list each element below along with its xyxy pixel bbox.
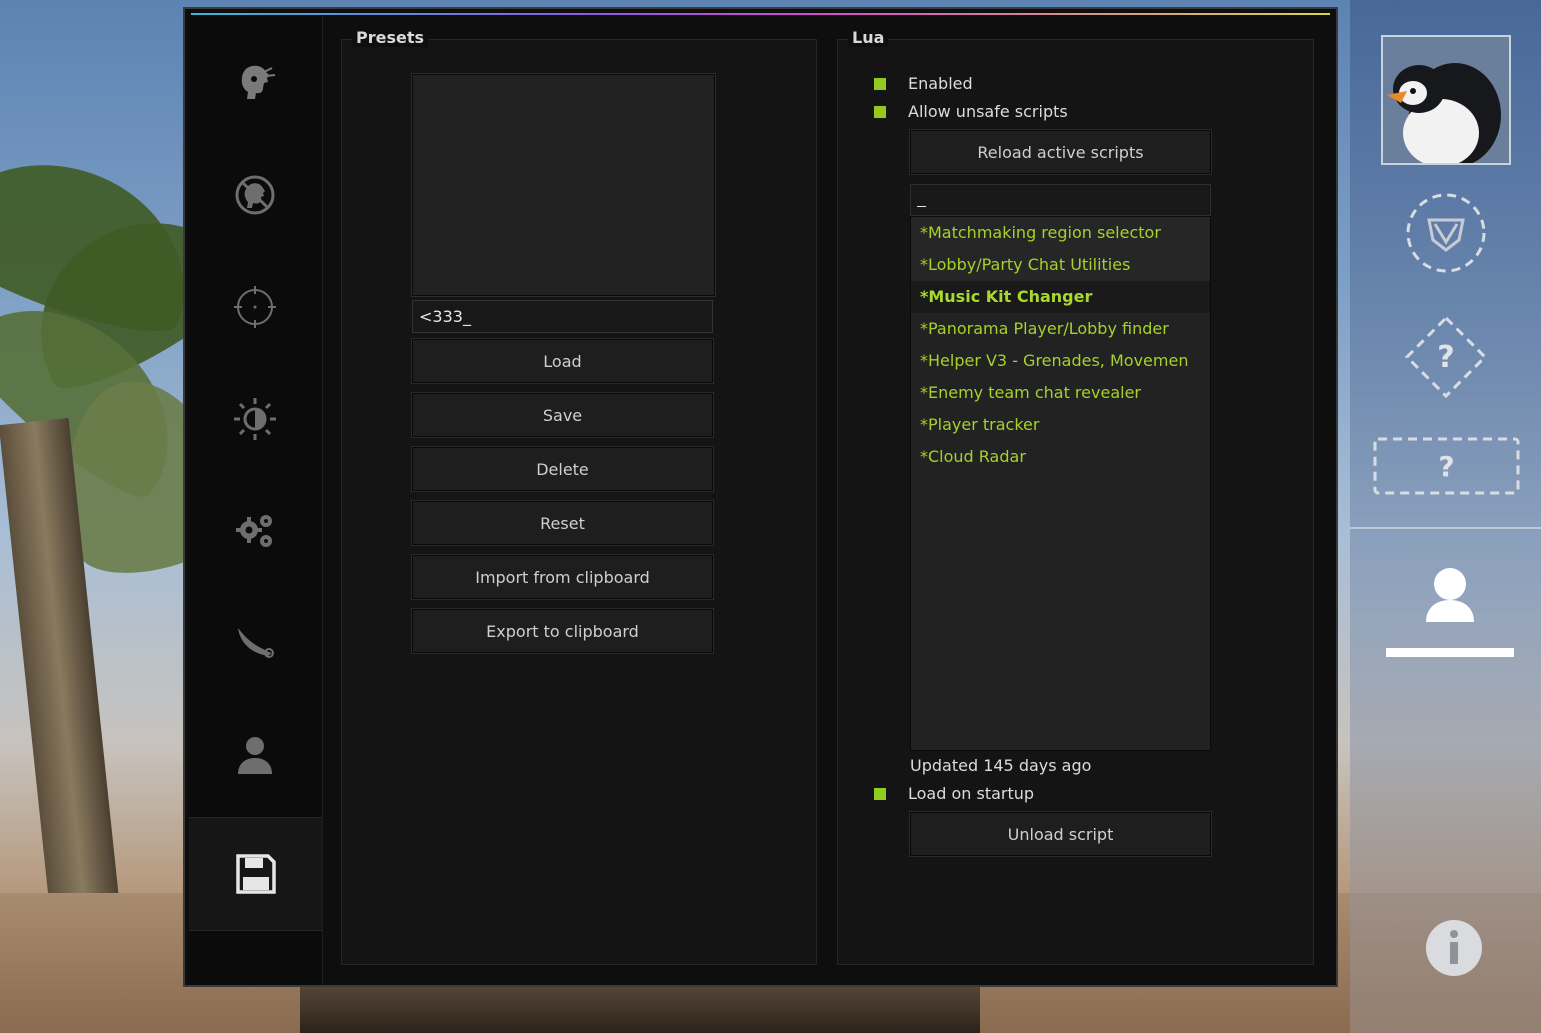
export-button[interactable]: Export to clipboard bbox=[411, 608, 714, 654]
misc-gears-icon bbox=[236, 515, 272, 547]
menu-window: Presets Load Save Delete Reset Import fr… bbox=[183, 7, 1338, 987]
load-button[interactable]: Load bbox=[411, 338, 714, 384]
script-item[interactable]: *Player tracker bbox=[911, 409, 1210, 441]
delete-button[interactable]: Delete bbox=[411, 446, 714, 492]
placeholder-question-2: ? bbox=[1438, 449, 1455, 483]
allow-unsafe-label: Allow unsafe scripts bbox=[908, 102, 1068, 121]
allow-unsafe-checkbox[interactable] bbox=[874, 105, 886, 118]
script-item-selected[interactable]: *Music Kit Changer bbox=[911, 281, 1210, 313]
tab-legitbot[interactable] bbox=[189, 251, 321, 363]
preset-list[interactable] bbox=[411, 73, 716, 297]
tab-players[interactable] bbox=[189, 699, 321, 811]
presets-title: Presets bbox=[352, 28, 429, 47]
reload-scripts-button[interactable]: Reload active scripts bbox=[909, 129, 1212, 175]
enabled-label: Enabled bbox=[908, 74, 973, 93]
ragebot-icon bbox=[241, 65, 276, 99]
script-item[interactable]: *Panorama Player/Lobby finder bbox=[911, 313, 1210, 345]
load-on-startup-checkbox[interactable] bbox=[874, 787, 886, 800]
penguin-avatar-icon bbox=[1383, 37, 1509, 163]
reset-button[interactable]: Reset bbox=[411, 500, 714, 546]
script-item[interactable]: *Matchmaking region selector bbox=[911, 217, 1210, 249]
rank-emblem-icon bbox=[1406, 193, 1486, 273]
game-sidebar: ? ? bbox=[1350, 0, 1541, 1033]
visuals-icon bbox=[234, 398, 276, 440]
tab-sidebar bbox=[189, 17, 323, 985]
load-on-startup-label: Load on startup bbox=[908, 784, 1035, 803]
tab-misc[interactable] bbox=[189, 475, 321, 587]
tab-skins[interactable] bbox=[189, 587, 321, 699]
script-item[interactable]: *Enemy team chat revealer bbox=[911, 377, 1210, 409]
script-item[interactable]: *Lobby/Party Chat Utilities bbox=[911, 249, 1210, 281]
import-button[interactable]: Import from clipboard bbox=[411, 554, 714, 600]
load-on-startup-row[interactable]: Load on startup bbox=[874, 784, 1034, 803]
enabled-checkbox-row[interactable]: Enabled bbox=[874, 74, 973, 93]
script-item[interactable]: *Cloud Radar bbox=[911, 441, 1210, 473]
tab-config[interactable] bbox=[189, 817, 322, 931]
profile-button[interactable] bbox=[1386, 560, 1514, 660]
profile-icon bbox=[1386, 568, 1514, 657]
placeholder-question-1: ? bbox=[1437, 339, 1455, 375]
allow-unsafe-checkbox-row[interactable]: Allow unsafe scripts bbox=[874, 102, 1068, 121]
player-hands bbox=[300, 980, 980, 1033]
antiaim-icon bbox=[235, 175, 275, 215]
info-icon bbox=[1426, 920, 1482, 976]
crosshair-icon bbox=[234, 286, 276, 328]
sidebar-divider bbox=[1350, 527, 1541, 529]
lua-title: Lua bbox=[848, 28, 889, 47]
save-button[interactable]: Save bbox=[411, 392, 714, 438]
player-icon bbox=[238, 737, 272, 774]
tab-visuals[interactable] bbox=[189, 363, 321, 475]
rank-rect-placeholder[interactable]: ? bbox=[1373, 437, 1520, 495]
lua-group: Lua Enabled Allow unsafe scripts Reload … bbox=[837, 28, 1314, 965]
script-updated-text: Updated 145 days ago bbox=[910, 756, 1092, 775]
config-save-icon bbox=[235, 854, 276, 894]
player-avatar[interactable] bbox=[1381, 35, 1511, 165]
script-item[interactable]: *Helper V3 - Grenades, Movemen bbox=[911, 345, 1210, 377]
preset-name-input[interactable] bbox=[412, 300, 713, 333]
script-search-input[interactable] bbox=[910, 184, 1211, 216]
tab-ragebot[interactable] bbox=[189, 27, 321, 139]
accent-bar bbox=[191, 13, 1330, 15]
rank-badge-placeholder[interactable] bbox=[1405, 192, 1487, 274]
skins-knife-icon bbox=[238, 628, 274, 658]
unload-script-button[interactable]: Unload script bbox=[909, 811, 1212, 857]
presets-group: Presets Load Save Delete Reset Import fr… bbox=[341, 28, 817, 965]
script-list[interactable]: *Matchmaking region selector *Lobby/Part… bbox=[910, 216, 1211, 751]
rank-diamond-placeholder[interactable]: ? bbox=[1405, 316, 1487, 398]
enabled-checkbox[interactable] bbox=[874, 77, 886, 90]
tab-antiaim[interactable] bbox=[189, 139, 321, 251]
info-button[interactable] bbox=[1425, 919, 1483, 977]
